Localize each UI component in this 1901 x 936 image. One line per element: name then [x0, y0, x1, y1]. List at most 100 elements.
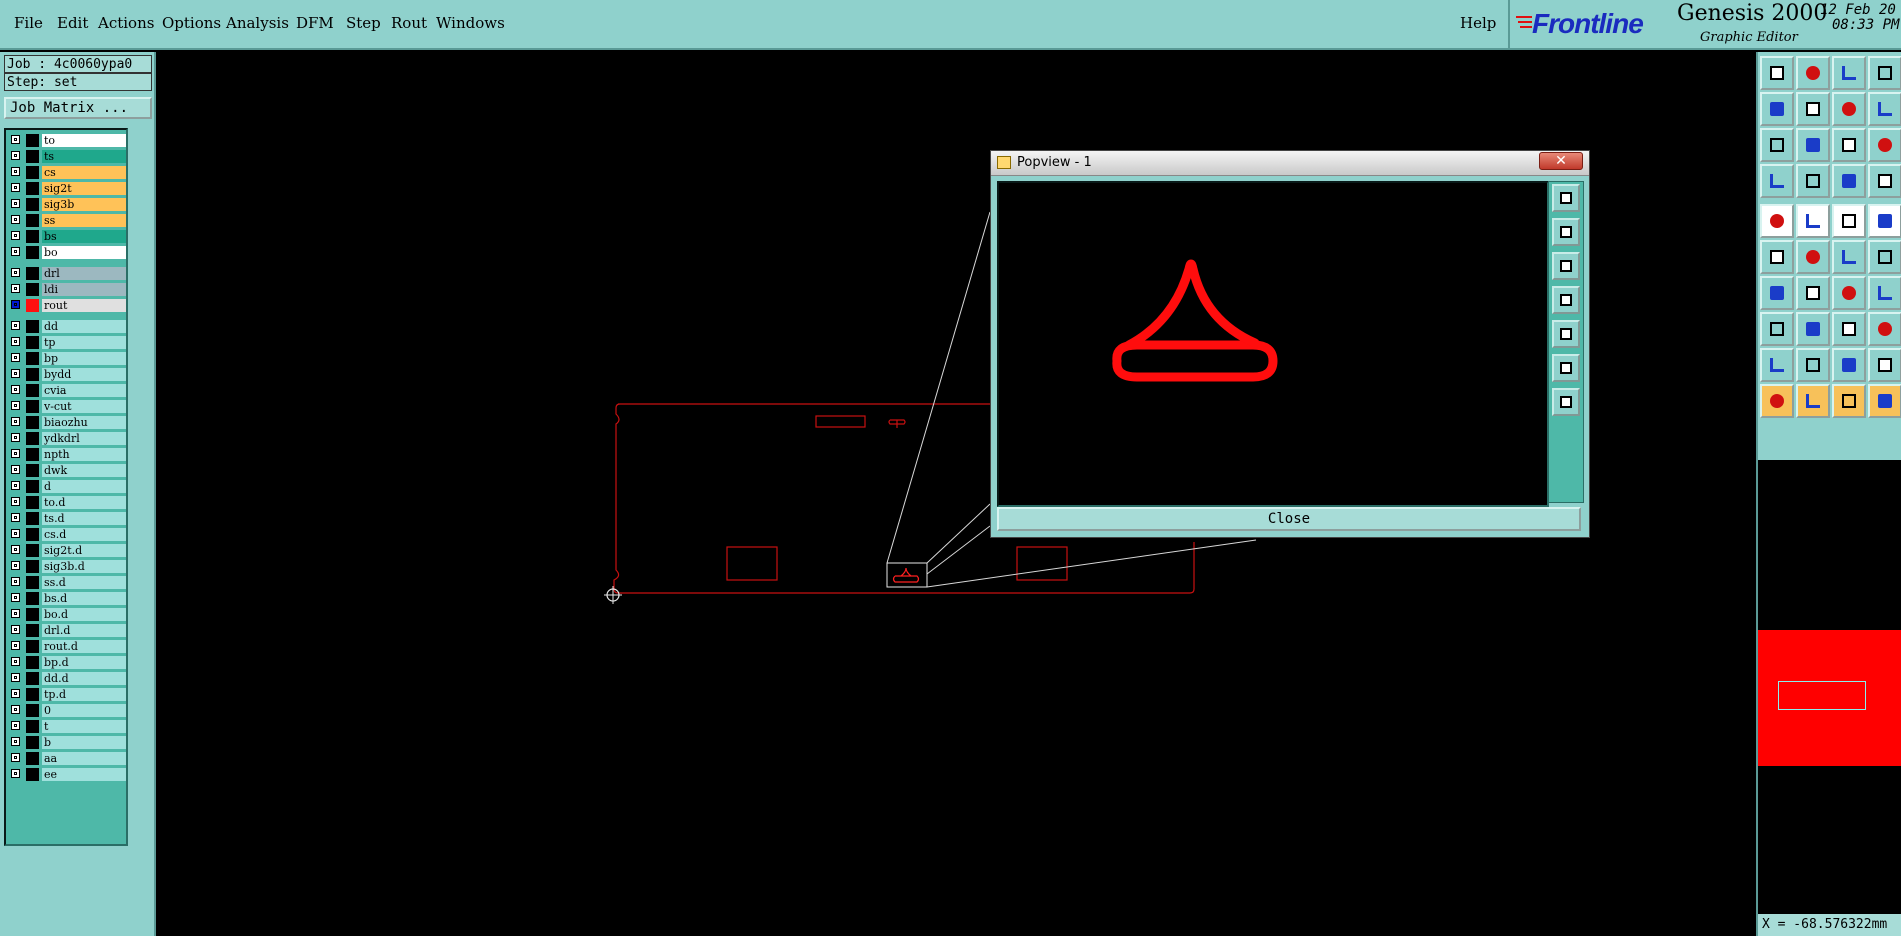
layer-name[interactable]: dwk [42, 464, 126, 477]
popview-zoom-in-button[interactable] [1552, 354, 1580, 382]
layer-name[interactable]: tp.d [42, 688, 126, 701]
layer-name[interactable]: ss [42, 214, 126, 227]
layer-name[interactable]: sig2t [42, 182, 126, 195]
layer-checkbox[interactable] [11, 577, 20, 586]
layer-row-ydkdrl[interactable]: ydkdrl [6, 431, 126, 446]
graphic-canvas[interactable]: Popview - 1 ✕ Close [156, 52, 1756, 936]
layer-checkbox[interactable] [11, 417, 20, 426]
layer-row-bp[interactable]: bp [6, 351, 126, 366]
layer-checkbox[interactable] [11, 247, 20, 256]
layer-checkbox[interactable] [11, 593, 20, 602]
layer-checkbox[interactable] [11, 433, 20, 442]
layer-row-tp-d[interactable]: tp.d [6, 687, 126, 702]
layer-red-tool-button[interactable] [1832, 164, 1866, 198]
layer-row-dd[interactable]: dd [6, 319, 126, 334]
layer-checkbox[interactable] [11, 497, 20, 506]
node-add-tool-button[interactable] [1832, 240, 1866, 274]
layer-name[interactable]: ydkdrl [42, 432, 126, 445]
layer-row-bydd[interactable]: bydd [6, 367, 126, 382]
measure-tool-button[interactable] [1760, 164, 1794, 198]
zoom-fit-tool-button[interactable] [1760, 128, 1794, 162]
frame-tool-button[interactable] [1868, 204, 1901, 238]
layer-row-bs[interactable]: bs [6, 229, 126, 244]
layer-row-dd-d[interactable]: dd.d [6, 671, 126, 686]
triangle-cut-tool-button[interactable] [1760, 348, 1794, 382]
mark-tool-button[interactable] [1760, 312, 1794, 346]
move-tool-button[interactable] [1868, 276, 1901, 310]
layer-name[interactable]: bo.d [42, 608, 126, 621]
layer-row-tp[interactable]: tp [6, 335, 126, 350]
layer-name[interactable]: to [42, 134, 126, 147]
triangle-red-tool-button[interactable] [1796, 348, 1830, 382]
layer-checkbox[interactable] [11, 625, 20, 634]
popview-close-x-button[interactable]: ✕ [1539, 152, 1583, 170]
layer-row-bo[interactable]: bo [6, 245, 126, 260]
layer-name[interactable]: biaozhu [42, 416, 126, 429]
layer-checkbox[interactable] [11, 215, 20, 224]
layer-checkbox[interactable] [11, 673, 20, 682]
popview-zoom-out-button[interactable] [1552, 388, 1580, 416]
layer-checkbox[interactable] [11, 199, 20, 208]
circle-tool-button[interactable] [1868, 312, 1901, 346]
layer-name[interactable]: npth [42, 448, 126, 461]
layer-row-sig3b-d[interactable]: sig3b.d [6, 559, 126, 574]
cross-delete-tool-button[interactable] [1796, 240, 1830, 274]
layer-name[interactable]: drl [42, 267, 126, 280]
layer-checkbox[interactable] [11, 167, 20, 176]
layer-row-sig2t[interactable]: sig2t [6, 181, 126, 196]
popview-zoom-home-button[interactable] [1552, 184, 1580, 212]
zoom-center-tool-button[interactable] [1796, 128, 1830, 162]
layer-row-bs-d[interactable]: bs.d [6, 591, 126, 606]
mirror-tool-button[interactable] [1796, 204, 1830, 238]
view-right-tool-button[interactable] [1796, 92, 1830, 126]
layer-checkbox[interactable] [11, 545, 20, 554]
layer-checkbox[interactable] [11, 721, 20, 730]
menu-options[interactable]: Options [162, 14, 221, 32]
layer-name[interactable]: ts.d [42, 512, 126, 525]
layer-row-0[interactable]: 0 [6, 703, 126, 718]
popview-pan-left-button[interactable] [1552, 286, 1580, 314]
menu-actions[interactable]: Actions [98, 14, 154, 32]
popview-canvas[interactable] [997, 181, 1549, 507]
layer-row-ts-d[interactable]: ts.d [6, 511, 126, 526]
layer-name[interactable]: v-cut [42, 400, 126, 413]
layer-name[interactable]: ee [42, 768, 126, 781]
menu-edit[interactable]: Edit [57, 14, 88, 32]
triangle-arrow-tool-button[interactable] [1868, 348, 1901, 382]
layer-name[interactable]: 0 [42, 704, 126, 717]
layer-checkbox[interactable] [11, 641, 20, 650]
menu-windows[interactable]: Windows [436, 14, 505, 32]
scale-1-2-tool-button[interactable] [1832, 128, 1866, 162]
layer-row-rout[interactable]: rout [6, 298, 126, 313]
layer-row-drl[interactable]: drl [6, 266, 126, 281]
minus-tool-button[interactable] [1796, 312, 1830, 346]
view-left-tool-button[interactable] [1760, 92, 1794, 126]
layer-name[interactable]: dd [42, 320, 126, 333]
popview-close-button[interactable]: Close [997, 507, 1581, 531]
layer-name[interactable]: dd.d [42, 672, 126, 685]
popview-titlebar[interactable]: Popview - 1 ✕ [991, 151, 1589, 176]
line-tool-button[interactable] [1796, 276, 1830, 310]
layer-row-cs-d[interactable]: cs.d [6, 527, 126, 542]
layer-checkbox[interactable] [11, 321, 20, 330]
node-connect-tool-button[interactable] [1760, 240, 1794, 274]
view-home-tool-button[interactable] [1832, 56, 1866, 90]
layer-checkbox[interactable] [11, 151, 20, 160]
layer-row-ss[interactable]: ss [6, 213, 126, 228]
layer-row-ee[interactable]: ee [6, 767, 126, 782]
layer-row-biaozhu[interactable]: biaozhu [6, 415, 126, 430]
layer-row-bo-d[interactable]: bo.d [6, 607, 126, 622]
layer-row-ss-d[interactable]: ss.d [6, 575, 126, 590]
layer-row-dwk[interactable]: dwk [6, 463, 126, 478]
layer-row-drl-d[interactable]: drl.d [6, 623, 126, 638]
layer-name[interactable]: d [42, 480, 126, 493]
job-matrix-button[interactable]: Job Matrix ... [4, 97, 152, 119]
layer-name[interactable]: sig3b.d [42, 560, 126, 573]
layer-name[interactable]: rout [42, 299, 126, 312]
layer-row-sig3b[interactable]: sig3b [6, 197, 126, 212]
layer-checkbox[interactable] [11, 769, 20, 778]
view-split-tool-button[interactable] [1868, 92, 1901, 126]
layer-name[interactable]: bydd [42, 368, 126, 381]
menu-analysis[interactable]: Analysis [226, 14, 289, 32]
layer-name[interactable]: tp [42, 336, 126, 349]
